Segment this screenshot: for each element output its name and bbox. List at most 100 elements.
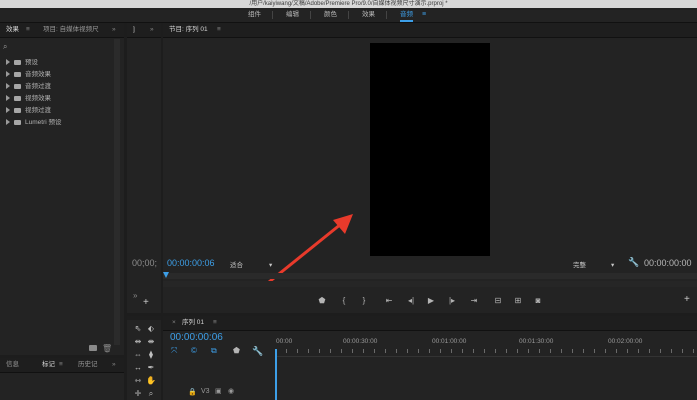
track-output-icon[interactable]: ▣ xyxy=(215,387,222,395)
ruler-label: 00:01:00:00 xyxy=(432,338,467,345)
tree-item-presets[interactable]: 预设 xyxy=(6,58,38,68)
razor-tool-icon[interactable]: ⧫ xyxy=(145,349,157,361)
workspace-tab-color[interactable]: 颜色 xyxy=(324,8,337,22)
expand-triangle-icon[interactable] xyxy=(6,71,10,78)
panel-overflow-icon[interactable]: » xyxy=(112,23,116,37)
tab-info[interactable]: 信息 xyxy=(6,358,19,372)
quality-select[interactable]: 完整 ▾ xyxy=(573,259,614,269)
menu-icon[interactable]: ≡ xyxy=(217,23,221,37)
scrub-bar[interactable] xyxy=(163,273,697,279)
nest-toggle-icon[interactable]: ⤧ xyxy=(171,346,177,356)
tree-item-video-transitions[interactable]: 视频过渡 xyxy=(6,106,51,116)
camera-icon[interactable]: ◙ xyxy=(532,296,544,306)
overwrite-icon[interactable]: ⊞ xyxy=(512,296,524,306)
zoom-tool-icon[interactable]: ⌕ xyxy=(145,388,157,400)
selection-tool-icon[interactable]: ⇖ xyxy=(132,323,144,335)
track-select-tool-icon[interactable]: ⬖ xyxy=(145,323,157,335)
panel-overflow-icon[interactable]: » xyxy=(150,23,154,37)
add-button[interactable]: + xyxy=(684,294,690,305)
workspace-divider xyxy=(272,11,273,19)
new-bin-icon[interactable] xyxy=(89,345,97,351)
expand-triangle-icon[interactable] xyxy=(6,83,10,90)
slide-tool-icon[interactable]: ⇿ xyxy=(132,375,144,387)
workspace-tab-effects[interactable]: 效果 xyxy=(362,8,375,22)
tab-effects[interactable]: 效果 xyxy=(6,23,19,37)
menu-icon[interactable]: ≡ xyxy=(422,8,426,22)
workspace-tab-editing[interactable]: 编辑 xyxy=(286,8,299,22)
go-to-in-icon[interactable]: ⇤ xyxy=(383,296,395,306)
hand-tool-icon[interactable]: ✋ xyxy=(145,375,157,387)
mark-out-icon[interactable]: } xyxy=(358,296,370,306)
delete-icon[interactable]: 🗑 xyxy=(102,344,112,353)
tab-sequence[interactable]: 序列 01 xyxy=(182,316,204,330)
step-back-icon[interactable]: ◂| xyxy=(405,296,417,306)
folder-icon xyxy=(14,95,21,101)
insert-icon[interactable]: ⊟ xyxy=(492,296,504,306)
source-tab-end[interactable]: ] xyxy=(133,23,135,37)
go-to-out-icon[interactable]: ⇥ xyxy=(468,296,480,306)
lock-icon[interactable]: 🔒 xyxy=(188,388,197,396)
rate-stretch-tool-icon[interactable]: ⇔ xyxy=(132,349,144,361)
ruler-divider xyxy=(275,356,697,357)
timeline-timecode[interactable]: 00:00:00:06 xyxy=(170,332,223,343)
linked-selection-icon[interactable]: ⧉ xyxy=(211,346,217,356)
folder-icon xyxy=(14,119,21,125)
search-icon[interactable]: ⌕ xyxy=(3,42,7,52)
eye-icon[interactable]: ◉ xyxy=(228,387,234,395)
tab-project[interactable]: 项目: 自媒体视频尺 xyxy=(43,23,99,37)
expand-triangle-icon[interactable] xyxy=(6,95,10,102)
menu-icon[interactable]: ≡ xyxy=(213,316,217,330)
tree-item-audio-transitions[interactable]: 音频过渡 xyxy=(6,82,51,92)
wrench-icon[interactable]: 🔧 xyxy=(252,346,263,357)
close-icon[interactable]: × xyxy=(172,316,176,330)
window-title-bar: /用户/kaiyiwang/文稿/Adobe/Premiere Pro/9.0/… xyxy=(0,0,697,8)
step-forward-icon[interactable]: |▸ xyxy=(446,296,458,306)
rolling-edit-tool-icon[interactable]: ⇼ xyxy=(145,336,157,348)
tree-item-label: 视频效果 xyxy=(25,95,51,102)
tree-item-audio-effects[interactable]: 音频效果 xyxy=(6,70,51,80)
tab-markers[interactable]: 标记 xyxy=(42,358,55,372)
zoom-scroll-bar[interactable] xyxy=(163,281,697,287)
playhead-icon[interactable] xyxy=(163,272,169,278)
program-current-timecode[interactable]: 00:00:00:06 xyxy=(167,258,215,268)
time-ruler[interactable]: 00:00 00:00:30:00 00:01:00:00 00:01:30:0… xyxy=(275,338,697,356)
track-target-icon[interactable]: ✛ xyxy=(132,388,144,400)
tree-item-video-effects[interactable]: 视频效果 xyxy=(6,94,51,104)
tools-panel: ⇖ ⬖ ⇹ ⇼ ⇔ ⧫ ↔ ✒ ⇿ ✋ ✛ ⌕ xyxy=(127,316,161,400)
ruler-label: 00:00:30:00 xyxy=(343,338,378,345)
expand-triangle-icon[interactable] xyxy=(6,119,10,126)
timeline-playhead[interactable] xyxy=(275,349,277,400)
info-panel: 信息 标记 ≡ 历史记 » xyxy=(0,358,124,400)
expand-triangle-icon[interactable] xyxy=(6,107,10,114)
tree-item-lumetri-presets[interactable]: Lumetri 预设 xyxy=(6,118,61,128)
tools-grip xyxy=(127,316,161,320)
add-button[interactable]: + xyxy=(143,297,149,308)
play-icon[interactable]: ▶ xyxy=(425,296,437,306)
tab-program-monitor[interactable]: 节目: 序列 01 xyxy=(169,23,208,37)
ripple-edit-tool-icon[interactable]: ⇹ xyxy=(132,336,144,348)
workspace-tab-audio[interactable]: 音频 xyxy=(400,8,413,22)
tab-history[interactable]: 历史记 xyxy=(78,358,98,372)
workspace-tab-assembly[interactable]: 组件 xyxy=(248,8,261,22)
add-marker-icon[interactable]: ⬟ xyxy=(233,346,240,355)
workspace-divider xyxy=(310,11,311,19)
scrollbar[interactable] xyxy=(114,39,120,345)
video-frame[interactable] xyxy=(370,43,490,256)
add-marker-icon[interactable]: ⬟ xyxy=(316,296,328,306)
tree-item-label: 视频过渡 xyxy=(25,107,51,114)
menu-icon[interactable]: ≡ xyxy=(26,23,30,37)
slip-tool-icon[interactable]: ↔ xyxy=(132,362,144,374)
mark-in-icon[interactable]: { xyxy=(338,296,350,306)
panel-overflow-icon[interactable]: » xyxy=(112,358,116,372)
pen-tool-icon[interactable]: ✒ xyxy=(145,362,157,374)
wrench-icon[interactable]: 🔧 xyxy=(628,257,639,268)
track-label-v3[interactable]: V3 xyxy=(201,388,210,395)
expand-triangle-icon[interactable] xyxy=(6,59,10,66)
tree-item-label: 预设 xyxy=(25,59,38,66)
folder-icon xyxy=(14,107,21,113)
snap-icon[interactable]: © xyxy=(191,346,197,355)
zoom-select[interactable]: 适合 ▾ xyxy=(230,259,272,269)
menu-icon[interactable]: ≡ xyxy=(59,358,63,372)
source-timecode[interactable]: 00;00; xyxy=(132,258,157,268)
panel-overflow-icon[interactable]: » xyxy=(133,291,137,300)
